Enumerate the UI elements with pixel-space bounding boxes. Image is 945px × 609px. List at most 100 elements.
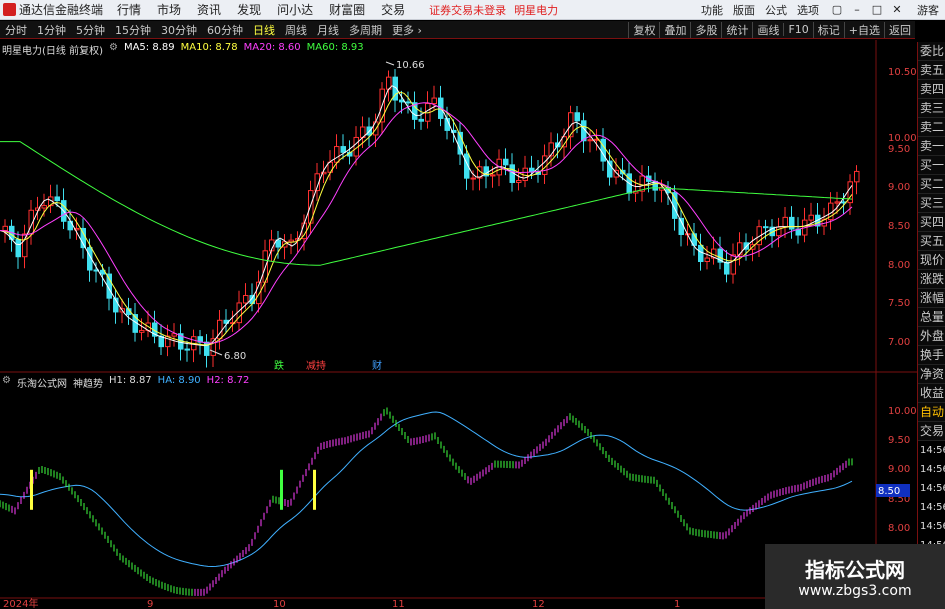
btn-adjust[interactable]: 复权: [628, 21, 659, 38]
ma60-label: MA60: 8.93: [306, 42, 364, 53]
x-tick-9: 9: [147, 599, 153, 609]
side-weibi[interactable]: 委比: [918, 42, 945, 61]
candle-body: [373, 121, 379, 136]
side-sell2[interactable]: 卖二: [918, 118, 945, 137]
candle-body: [496, 158, 502, 176]
side-buy2[interactable]: 买二: [918, 175, 945, 194]
candle-body: [132, 314, 138, 333]
candle-body: [821, 219, 827, 227]
chart-area[interactable]: 10.50 10.00 9.50 9.00 8.50 8.00 7.50 7.0…: [0, 0, 945, 609]
btn-mark[interactable]: 标记: [812, 21, 844, 38]
candle-body: [711, 248, 717, 259]
trade-login-alert[interactable]: 证券交易未登录: [429, 2, 506, 18]
side-auto[interactable]: 自动: [918, 403, 945, 422]
side-buy5[interactable]: 买五: [918, 232, 945, 251]
side-volume[interactable]: 总量: [918, 308, 945, 327]
candle-body: [28, 209, 34, 235]
tab-more[interactable]: 更多 ›: [387, 22, 427, 38]
maximize-icon[interactable]: □: [867, 3, 887, 16]
candle-body: [197, 336, 203, 343]
candle-body: [425, 103, 431, 122]
candle-body: [256, 281, 262, 305]
btn-stats[interactable]: 统计: [721, 21, 752, 38]
btn-multi-stock[interactable]: 多股: [690, 21, 721, 38]
side-net-asset[interactable]: 净资: [918, 365, 945, 384]
btn-overlay[interactable]: 叠加: [659, 21, 690, 38]
candle-body: [691, 233, 697, 246]
tab-5min[interactable]: 5分钟: [71, 22, 110, 38]
sub-settings-gear-icon[interactable]: ⚙: [2, 375, 11, 390]
candle-body: [672, 192, 678, 219]
tab-60min[interactable]: 60分钟: [202, 22, 248, 38]
side-sell1[interactable]: 卖一: [918, 137, 945, 156]
tab-1min[interactable]: 1分钟: [32, 22, 71, 38]
tab-30min[interactable]: 30分钟: [156, 22, 202, 38]
tool-function[interactable]: 功能: [701, 2, 723, 18]
side-sell5[interactable]: 卖五: [918, 61, 945, 80]
side-change-pct[interactable]: 涨幅: [918, 289, 945, 308]
side-sell4[interactable]: 卖四: [918, 80, 945, 99]
side-trade[interactable]: 交易: [918, 422, 945, 441]
btn-add-watchlist[interactable]: +自选: [843, 21, 884, 38]
btn-f10[interactable]: F10: [783, 23, 812, 36]
tab-intraday[interactable]: 分时: [0, 22, 32, 38]
tab-15min[interactable]: 15分钟: [110, 22, 156, 38]
side-turnover[interactable]: 换手: [918, 346, 945, 365]
side-price[interactable]: 现价: [918, 251, 945, 270]
watermark-url: www.zbgs3.com: [798, 583, 912, 599]
tab-daily[interactable]: 日线: [248, 22, 280, 38]
high-price-pointer: [385, 61, 395, 66]
tab-weekly[interactable]: 周线: [280, 22, 312, 38]
btn-draw[interactable]: 画线: [752, 21, 783, 38]
tab-multi-period[interactable]: 多周期: [344, 22, 387, 38]
tick-time: 14:56: [920, 464, 945, 475]
tool-layout[interactable]: 版面: [733, 2, 755, 18]
menu-trade[interactable]: 交易: [381, 1, 405, 18]
settings-gear-icon[interactable]: ⚙: [109, 42, 118, 57]
high-price-label: 10.66: [396, 60, 425, 71]
y-tick-9.00: 9.00: [888, 182, 910, 193]
side-change[interactable]: 涨跌: [918, 270, 945, 289]
side-outer[interactable]: 外盘: [918, 327, 945, 346]
menu-news[interactable]: 资讯: [197, 1, 221, 18]
side-sell3[interactable]: 卖三: [918, 99, 945, 118]
app-title: 通达信金融终端: [19, 3, 104, 17]
menu-quotes[interactable]: 行情: [117, 1, 141, 18]
candle-body: [782, 216, 788, 228]
minimize-icon[interactable]: –: [847, 3, 867, 16]
menu-market[interactable]: 市场: [157, 1, 181, 18]
tick-time: 14:56: [920, 483, 945, 494]
candle-body: [412, 102, 418, 120]
candle-body: [555, 142, 561, 148]
side-earnings[interactable]: 收益: [918, 384, 945, 403]
close-icon[interactable]: ✕: [887, 3, 907, 16]
side-buy1[interactable]: 买一: [918, 156, 945, 175]
tool-options[interactable]: 选项: [797, 2, 819, 18]
watermark-title: 指标公式网: [805, 558, 905, 582]
signal-finance-label: 财: [372, 359, 382, 372]
ma10-label: MA10: 8.78: [180, 42, 238, 53]
btn-back[interactable]: 返回: [884, 21, 915, 38]
candle-body: [529, 167, 535, 173]
candle-body: [360, 126, 366, 138]
candle-body: [665, 186, 671, 194]
tick-time: 14:56: [920, 521, 945, 532]
menu-wealth[interactable]: 财富圈: [329, 1, 365, 18]
candle-body: [184, 348, 190, 351]
lock-icon[interactable]: ▢: [827, 3, 847, 16]
candle-body: [405, 101, 411, 104]
side-buy4[interactable]: 买四: [918, 213, 945, 232]
menu-ask[interactable]: 问小达: [277, 1, 313, 18]
tab-monthly[interactable]: 月线: [312, 22, 344, 38]
side-buy3[interactable]: 买三: [918, 194, 945, 213]
candle-body: [750, 244, 756, 250]
candle-body: [295, 238, 301, 241]
candle-body: [2, 225, 8, 231]
menu-discover[interactable]: 发现: [237, 1, 261, 18]
candle-body: [620, 169, 626, 175]
candle-body: [35, 207, 41, 211]
tool-formula[interactable]: 公式: [765, 2, 787, 18]
candle-body: [483, 166, 489, 177]
candle-body: [659, 186, 665, 191]
user-label[interactable]: 游客: [917, 2, 939, 18]
